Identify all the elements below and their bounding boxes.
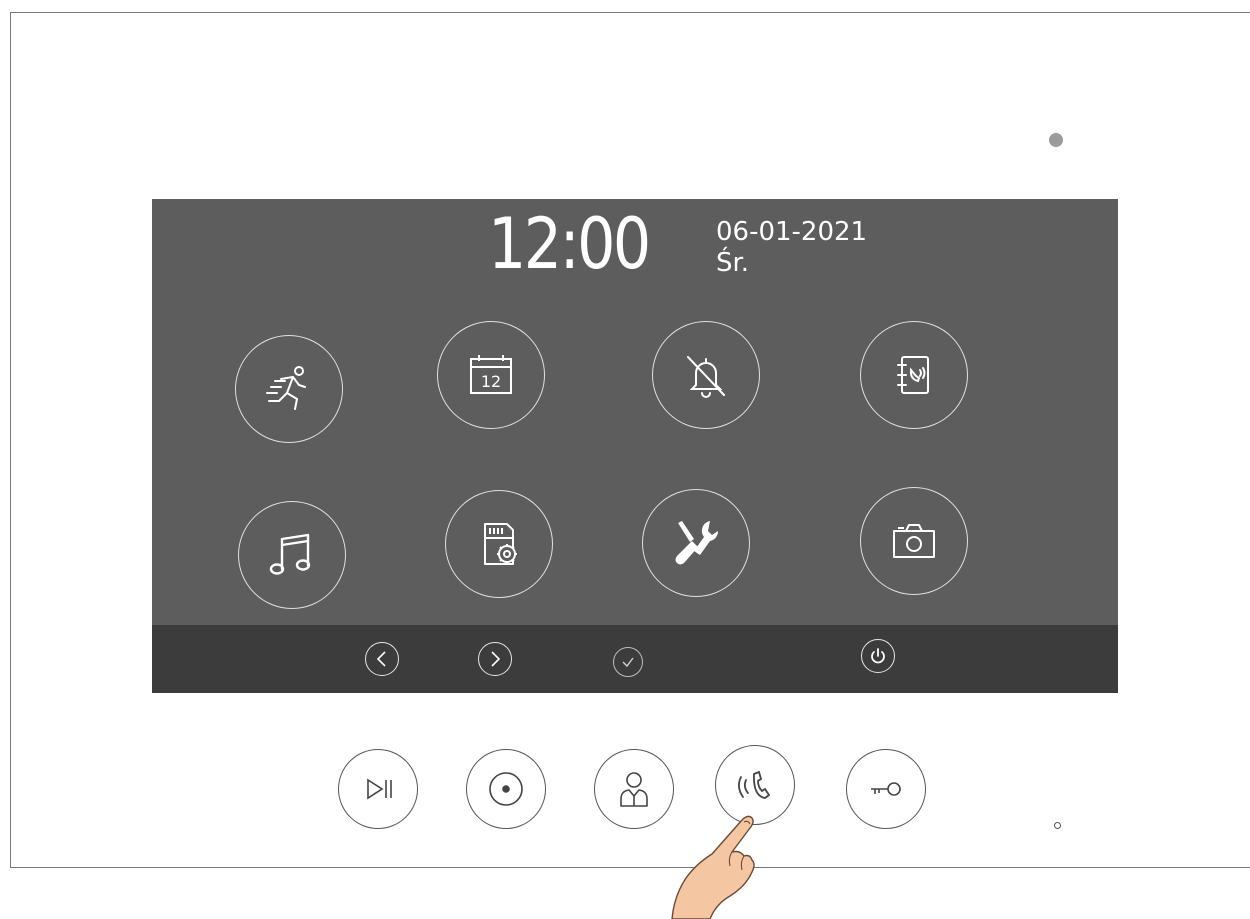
unlock-key-icon — [871, 782, 901, 796]
monitor-icon — [489, 772, 523, 806]
camera-lens — [1049, 133, 1063, 147]
calendar-button[interactable]: 12 — [437, 321, 545, 429]
touch-screen: 12:00 06-01-2021 Śr. 12 — [152, 199, 1118, 693]
motion-detection-icon — [266, 366, 306, 410]
calendar-day: 12 — [481, 372, 501, 391]
weekday: Śr. — [716, 248, 750, 278]
power-icon — [871, 648, 885, 664]
calendar-icon: 12 — [470, 355, 512, 394]
confirm-button[interactable] — [613, 647, 643, 677]
camera-button[interactable] — [860, 487, 968, 595]
motion-detection-button[interactable] — [235, 335, 343, 443]
ringtone-button[interactable] — [238, 501, 346, 609]
tools-settings-button[interactable] — [642, 489, 750, 597]
do-not-disturb-icon — [687, 356, 725, 398]
play-pause-icon — [367, 778, 392, 800]
ringtone-icon — [269, 533, 311, 575]
navigation-bar — [152, 625, 1118, 693]
right-arrow-icon — [491, 651, 501, 667]
do-not-disturb-button[interactable] — [652, 321, 760, 429]
phonebook-button[interactable] — [860, 321, 968, 429]
monitor-button[interactable] — [466, 749, 546, 829]
camera-icon — [893, 524, 935, 558]
playback-button[interactable] — [338, 749, 418, 829]
left-arrow-icon — [376, 651, 386, 667]
next-page-button[interactable] — [478, 642, 512, 676]
unlock-button[interactable] — [846, 749, 926, 829]
phonebook-icon — [897, 356, 929, 394]
clock: 12:00 — [488, 203, 651, 285]
previous-page-button[interactable] — [365, 642, 399, 676]
memory-card-settings-icon — [484, 523, 517, 565]
power-button[interactable] — [861, 639, 895, 673]
microphone — [1054, 822, 1061, 829]
confirm-icon — [622, 657, 634, 668]
date: 06-01-2021 — [716, 217, 868, 247]
pressing-hand-icon — [671, 815, 755, 919]
intercom-icon — [620, 772, 648, 807]
tools-settings-icon — [675, 521, 719, 565]
memory-card-settings-button[interactable] — [445, 490, 553, 598]
